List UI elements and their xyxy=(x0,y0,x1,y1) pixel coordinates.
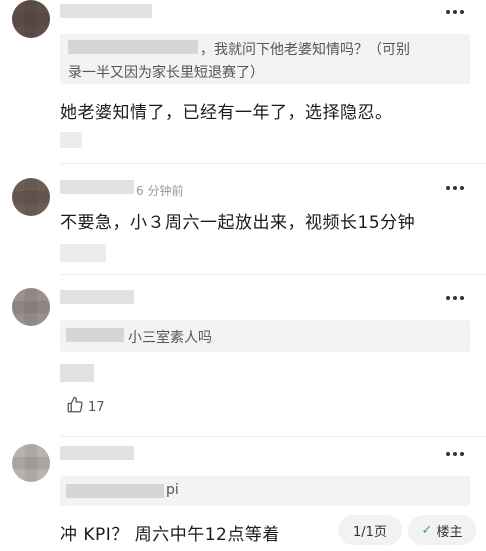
page-indicator-label: 1/1页 xyxy=(353,524,387,540)
avatar[interactable] xyxy=(12,444,50,482)
more-icon[interactable] xyxy=(446,186,464,192)
username-blurred[interactable] xyxy=(60,180,134,194)
comment-2: 6 分钟前 不要急，小３周六一起放出来，视频长15分钟 xyxy=(0,172,486,272)
like-button[interactable]: 17 xyxy=(66,396,105,418)
quoted-username-blurred xyxy=(66,328,124,342)
quote-text: 小三室素人吗 xyxy=(128,330,212,346)
quoted-username-blurred xyxy=(66,484,164,498)
check-icon: ✓ xyxy=(421,522,433,538)
avatar[interactable] xyxy=(12,0,50,38)
quote-text-line1: ，我就问下他老婆知情吗？（可别 xyxy=(200,42,410,58)
username-blurred[interactable] xyxy=(60,446,134,460)
comment-1: ，我就问下他老婆知情吗？（可别 录一半又因为家长里短退赛了） 她老婆知情了，已经… xyxy=(0,0,486,160)
avatar[interactable] xyxy=(12,288,50,326)
more-icon[interactable] xyxy=(446,296,464,302)
comment-text: 不要急，小３周六一起放出来，视频长15分钟 xyxy=(60,213,416,233)
more-icon[interactable] xyxy=(446,452,464,458)
blurred-meta xyxy=(60,244,106,262)
comment-3: 小三室素人吗 17 xyxy=(0,282,486,432)
avatar[interactable] xyxy=(12,178,50,216)
timestamp: 6 分钟前 xyxy=(136,184,184,198)
blurred-meta xyxy=(60,132,82,148)
comment-text: 她老婆知情了，已经有一年了，选择隐忍。 xyxy=(60,103,393,123)
op-only-toggle[interactable]: ✓ 楼主 xyxy=(408,515,476,545)
quoted-reply: 小三室素人吗 xyxy=(60,320,470,352)
like-count: 17 xyxy=(88,399,105,415)
quote-text-line2: 录一半又因为家长里短退赛了） xyxy=(68,65,264,81)
quoted-username-blurred xyxy=(68,40,198,54)
blurred-comment-text xyxy=(60,364,94,382)
divider xyxy=(60,274,486,275)
username-blurred[interactable] xyxy=(60,4,152,18)
op-only-label: 楼主 xyxy=(436,524,463,540)
divider xyxy=(60,163,486,164)
username-blurred[interactable] xyxy=(60,290,134,304)
quoted-reply: pi xyxy=(60,476,470,506)
quote-text: pi xyxy=(166,482,179,498)
page-indicator[interactable]: 1/1页 xyxy=(338,515,402,545)
comment-text: 冲 KPI？ 周六中午12点等着 xyxy=(60,525,280,545)
quoted-reply: ，我就问下他老婆知情吗？（可别 录一半又因为家长里短退赛了） xyxy=(60,34,470,84)
thumbs-up-icon xyxy=(66,396,84,418)
more-icon[interactable] xyxy=(446,10,464,16)
divider xyxy=(60,436,486,437)
